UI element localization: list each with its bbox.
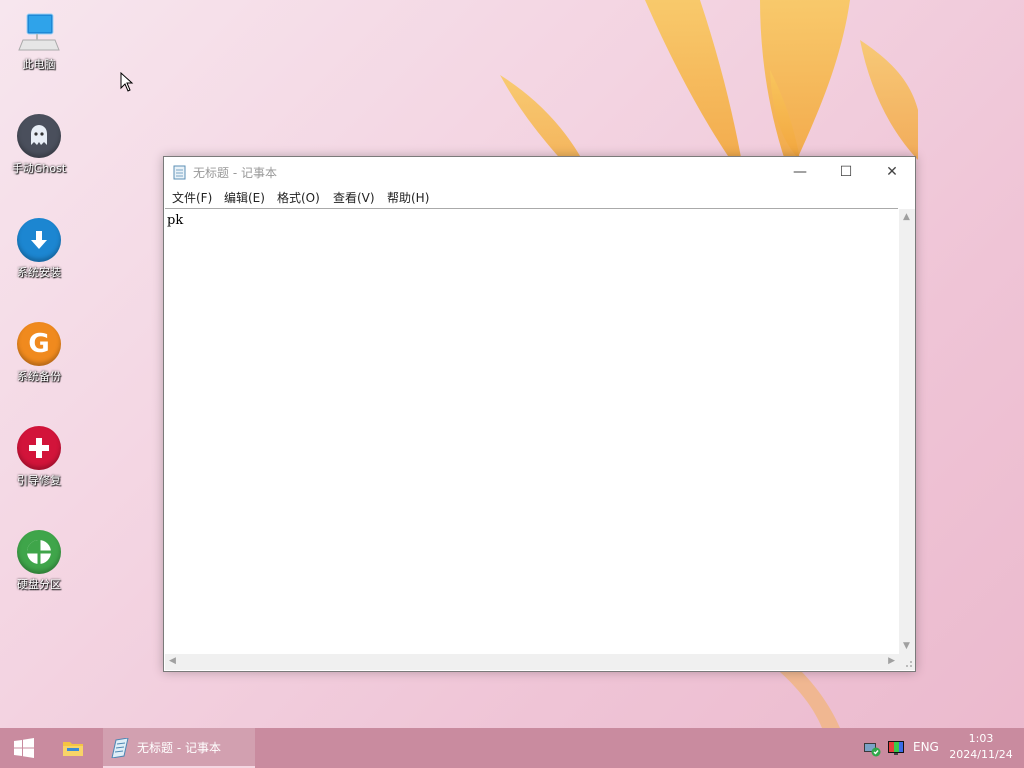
- menu-help[interactable]: 帮助(H): [386, 189, 430, 206]
- horizontal-scrollbar[interactable]: ◀ ▶: [165, 654, 899, 670]
- start-button[interactable]: [0, 728, 48, 768]
- network-icon[interactable]: [863, 739, 881, 757]
- notepad-titlebar[interactable]: 无标题 - 记事本 — ☐ ✕: [164, 157, 915, 187]
- desktop-icon-label: 此电脑: [22, 58, 56, 71]
- menu-edit[interactable]: 编辑(E): [223, 189, 266, 206]
- minimize-icon: —: [793, 164, 807, 180]
- desktop-icon-label: 硬盘分区: [17, 578, 61, 591]
- notepad-window: 无标题 - 记事本 — ☐ ✕ 文件(F) 编辑(E) 格式(O) 查看(V) …: [163, 156, 916, 672]
- language-indicator[interactable]: ENG: [913, 740, 939, 754]
- desktop-icon-disk-partition[interactable]: 硬盘分区: [4, 522, 74, 612]
- desktop-icon-system-backup[interactable]: G 系统备份: [4, 314, 74, 404]
- desktop-icon-label: 系统备份: [17, 370, 61, 383]
- desktop-icon-this-pc[interactable]: 此电脑: [4, 2, 74, 92]
- windows-logo-icon: [14, 738, 34, 758]
- text-editor[interactable]: pk: [165, 208, 898, 655]
- menu-bar: 文件(F) 编辑(E) 格式(O) 查看(V) 帮助(H): [164, 187, 915, 208]
- maximize-button[interactable]: ☐: [823, 157, 869, 187]
- g-letter-icon: G: [17, 322, 61, 366]
- computer-icon: [17, 10, 61, 54]
- scroll-left-icon[interactable]: ◀: [169, 656, 176, 666]
- menu-file[interactable]: 文件(F): [171, 189, 213, 206]
- scroll-right-icon[interactable]: ▶: [888, 656, 895, 666]
- notepad-icon: [111, 738, 129, 758]
- menu-format[interactable]: 格式(O): [276, 189, 321, 206]
- partition-icon: [17, 530, 61, 574]
- desktop-icon-label: 手动Ghost: [11, 162, 67, 175]
- system-clock[interactable]: 1:03 2024/11/24: [942, 731, 1020, 763]
- menu-view[interactable]: 查看(V): [332, 189, 376, 206]
- ghost-icon: [17, 114, 61, 158]
- file-explorer-button[interactable]: [49, 728, 97, 768]
- plus-icon: [17, 426, 61, 470]
- desktop-icon-system-install[interactable]: 系统安装: [4, 210, 74, 300]
- desktop-icon-label: 系统安装: [17, 266, 61, 279]
- clock-date: 2024/11/24: [949, 748, 1013, 761]
- taskbar-notepad-label: 无标题 - 记事本: [137, 741, 221, 755]
- scroll-down-icon[interactable]: ▼: [903, 641, 910, 651]
- close-icon: ✕: [886, 164, 898, 180]
- display-icon[interactable]: [887, 739, 905, 757]
- close-button[interactable]: ✕: [869, 157, 915, 187]
- maximize-icon: ☐: [839, 164, 853, 180]
- minimize-button[interactable]: —: [777, 157, 823, 187]
- notepad-icon: [173, 165, 186, 180]
- clock-time: 1:03: [968, 732, 994, 745]
- taskbar-notepad-button[interactable]: 无标题 - 记事本: [103, 728, 255, 768]
- download-arrow-icon: [17, 218, 61, 262]
- window-title: 无标题 - 记事本: [193, 166, 277, 180]
- vertical-scrollbar[interactable]: ▲ ▼: [899, 209, 915, 654]
- desktop-icon-manual-ghost[interactable]: 手动Ghost: [4, 106, 74, 196]
- scroll-up-icon[interactable]: ▲: [903, 212, 910, 222]
- folder-icon: [63, 742, 83, 756]
- desktop-icon-boot-repair[interactable]: 引导修复: [4, 418, 74, 508]
- desktop: 此电脑 手动Ghost 系统安装 G 系统备份 引导修复 硬盘分区 无标题 - …: [0, 0, 1024, 768]
- desktop-icon-label: 引导修复: [17, 474, 61, 487]
- taskbar: 无标题 - 记事本 ENG 1:03 2024/11/24: [0, 728, 1024, 768]
- mouse-cursor-icon: [120, 72, 134, 92]
- resize-grip-icon[interactable]: [899, 654, 915, 670]
- editor-content: pk: [167, 213, 184, 228]
